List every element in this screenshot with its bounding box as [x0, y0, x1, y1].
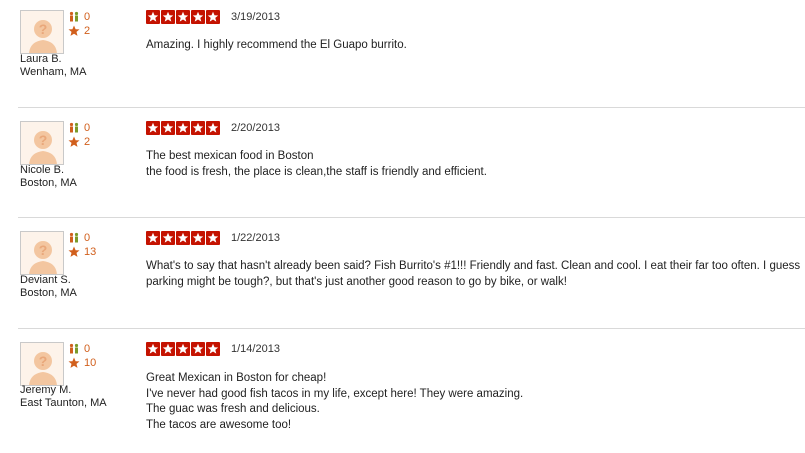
- default-user-silhouette-icon: ?: [29, 131, 57, 164]
- user-stats: 0 2: [68, 121, 108, 149]
- reviews-count[interactable]: 2: [84, 136, 90, 148]
- star-rating: [146, 10, 221, 24]
- friends-count-row: 0: [68, 342, 108, 355]
- friends-icon: [68, 232, 80, 244]
- rating-star-icon: [146, 231, 160, 245]
- review-text: Great Mexican in Boston for cheap! I've …: [146, 371, 801, 433]
- user-avatar[interactable]: ?: [20, 342, 64, 386]
- reviews-count[interactable]: 10: [84, 357, 96, 369]
- review-date: 2/20/2013: [231, 122, 280, 134]
- user-name[interactable]: Laura B.: [20, 53, 86, 66]
- review-divider: [18, 107, 805, 108]
- svg-text:?: ?: [39, 132, 48, 148]
- rating-star-icon: [176, 231, 190, 245]
- review-date: 1/22/2013: [231, 232, 280, 244]
- friends-icon: [68, 122, 80, 134]
- user-location: East Taunton, MA: [20, 397, 107, 409]
- review-text-line: What's to say that hasn't already been s…: [146, 260, 801, 288]
- friends-icon: [68, 11, 80, 23]
- rating-star-icon: [161, 121, 175, 135]
- user-avatar[interactable]: ?: [20, 231, 64, 275]
- friends-count[interactable]: 0: [84, 343, 90, 355]
- star-icon: [68, 136, 80, 148]
- rating-star-icon: [191, 10, 205, 24]
- default-user-silhouette-icon: ?: [29, 241, 57, 274]
- user-stats: 0 10: [68, 342, 108, 370]
- friends-count[interactable]: 0: [84, 122, 90, 134]
- user-avatar[interactable]: ?: [20, 121, 64, 165]
- review-text: Amazing. I highly recommend the El Guapo…: [146, 38, 801, 54]
- friends-count-row: 0: [68, 231, 108, 244]
- rating-star-icon: [191, 231, 205, 245]
- review-text-line: I've never had good fish tacos in my lif…: [146, 387, 524, 400]
- star-rating: [146, 342, 221, 356]
- friends-count-row: 0: [68, 121, 108, 134]
- review-divider: [18, 328, 805, 329]
- reviews-count-row: 2: [68, 24, 108, 37]
- user-info: Nicole B. Boston, MA: [20, 164, 77, 190]
- review-text-line: Amazing. I highly recommend the El Guapo…: [146, 39, 407, 51]
- friends-count[interactable]: 0: [84, 232, 90, 244]
- default-user-silhouette-icon: ?: [29, 20, 57, 53]
- star-rating: [146, 231, 221, 245]
- rating-star-icon: [161, 231, 175, 245]
- user-info: Laura B. Wenham, MA: [20, 53, 86, 79]
- friends-count-row: 0: [68, 10, 108, 23]
- rating-star-icon: [206, 10, 220, 24]
- rating-star-icon: [146, 342, 160, 356]
- rating-star-icon: [146, 10, 160, 24]
- star-rating: [146, 121, 221, 135]
- review-text-line: The tacos are awesome too!: [146, 418, 292, 431]
- reviews-count-row: 10: [68, 356, 108, 369]
- review-text-line: The best mexican food in Boston: [146, 150, 314, 162]
- review-text-line: the food is fresh, the place is clean,th…: [146, 165, 487, 178]
- friends-icon: [68, 343, 80, 355]
- star-icon: [68, 25, 80, 37]
- reviews-count-row: 13: [68, 245, 108, 258]
- review-divider: [18, 217, 805, 218]
- rating-star-icon: [176, 10, 190, 24]
- review-text: What's to say that hasn't already been s…: [146, 259, 801, 290]
- reviews-count[interactable]: 13: [84, 246, 96, 258]
- user-name[interactable]: Jeremy M.: [20, 384, 107, 397]
- user-location: Boston, MA: [20, 177, 77, 189]
- rating-star-icon: [191, 342, 205, 356]
- review-text: The best mexican food in Boston the food…: [146, 149, 801, 180]
- rating-star-icon: [146, 121, 160, 135]
- rating-star-icon: [206, 342, 220, 356]
- user-info: Deviant S. Boston, MA: [20, 274, 77, 300]
- review-text-line: Great Mexican in Boston for cheap!: [146, 372, 327, 384]
- user-info: Jeremy M. East Taunton, MA: [20, 384, 107, 410]
- user-name[interactable]: Nicole B.: [20, 164, 77, 177]
- default-user-silhouette-icon: ?: [29, 352, 57, 385]
- rating-star-icon: [191, 121, 205, 135]
- rating-star-icon: [161, 10, 175, 24]
- user-avatar[interactable]: ?: [20, 10, 64, 54]
- reviews-count-row: 2: [68, 135, 108, 148]
- review-date: 1/14/2013: [231, 343, 280, 355]
- rating-star-icon: [206, 121, 220, 135]
- user-stats: 0 2: [68, 10, 108, 38]
- user-location: Wenham, MA: [20, 66, 87, 78]
- user-stats: 0 13: [68, 231, 108, 259]
- rating-star-icon: [161, 342, 175, 356]
- star-icon: [68, 357, 80, 369]
- review-text-line: The guac was fresh and delicious.: [146, 403, 320, 415]
- reviews-count[interactable]: 2: [84, 25, 90, 37]
- svg-text:?: ?: [39, 242, 48, 258]
- svg-text:?: ?: [39, 21, 48, 37]
- rating-star-icon: [176, 342, 190, 356]
- user-location: Boston, MA: [20, 287, 77, 299]
- review-date: 3/19/2013: [231, 11, 280, 23]
- user-name[interactable]: Deviant S.: [20, 274, 77, 287]
- svg-text:?: ?: [39, 353, 48, 369]
- friends-count[interactable]: 0: [84, 11, 90, 23]
- rating-star-icon: [206, 231, 220, 245]
- rating-star-icon: [176, 121, 190, 135]
- star-icon: [68, 246, 80, 258]
